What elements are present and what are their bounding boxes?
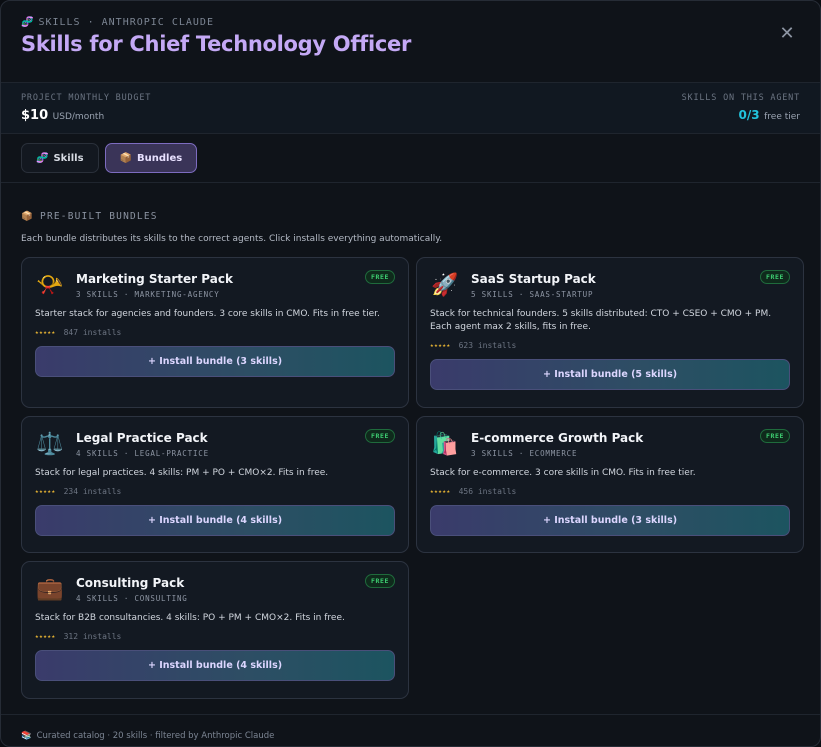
scales-icon: ⚖️ bbox=[36, 431, 64, 457]
card-header: 🚀 SaaS Startup Pack 5 SKILLS · SAAS-STAR… bbox=[430, 270, 790, 300]
rating-stars: ★★★★★ bbox=[35, 633, 56, 640]
budget-label: PROJECT MONTHLY BUDGET bbox=[21, 93, 152, 103]
section-title-text: PRE-BUILT BUNDLES bbox=[40, 211, 158, 222]
briefcase-icon: 💼 bbox=[36, 576, 64, 602]
bundle-meta: 3 SKILLS · MARKETING-AGENCY bbox=[76, 290, 220, 299]
megaphone-icon: 📯 bbox=[36, 272, 64, 298]
modal-footer: 📚 Curated catalog · 20 skills · filtered… bbox=[1, 714, 820, 746]
install-bundle-button[interactable]: + Install bundle (5 skills) bbox=[430, 359, 790, 390]
bundles-content: 📦 PRE-BUILT BUNDLES Each bundle distribu… bbox=[1, 183, 820, 699]
card-heading: E-commerce Growth Pack 3 SKILLS · ECOMME… bbox=[471, 429, 643, 458]
install-bundle-button[interactable]: + Install bundle (3 skills) bbox=[35, 346, 395, 377]
bundle-name: E-commerce Growth Pack bbox=[471, 431, 644, 445]
rating-stars: ★★★★★ bbox=[430, 342, 451, 349]
bundle-stats: ★★★★★ 623 installs bbox=[430, 341, 790, 350]
card-header: ⚖️ Legal Practice Pack 4 SKILLS · LEGAL-… bbox=[35, 429, 395, 459]
install-count: 847 installs bbox=[63, 328, 122, 337]
bundle-name: Marketing Starter Pack bbox=[76, 272, 233, 286]
bundle-description: Stack for B2B consultancies. 4 skills: P… bbox=[35, 613, 345, 623]
tab-skills[interactable]: 🧬 Skills bbox=[21, 143, 99, 173]
footer-text: Curated catalog · 20 skills · filtered b… bbox=[36, 730, 275, 741]
rating-stars: ★★★★★ bbox=[35, 329, 56, 336]
shopping-bags-icon: 🛍️ bbox=[431, 431, 459, 457]
bundle-name: Legal Practice Pack bbox=[76, 431, 208, 445]
bundle-description: Starter stack for agencies and founders.… bbox=[35, 309, 380, 319]
bundle-card-ecommerce: 🛍️ E-commerce Growth Pack 3 SKILLS · ECO… bbox=[416, 416, 804, 553]
free-badge: FREE bbox=[759, 270, 790, 284]
skills-count-value: 0/3 free tier bbox=[682, 108, 801, 123]
budget-value: $10 USD/month bbox=[21, 108, 151, 123]
bundle-name: SaaS Startup Pack bbox=[471, 272, 596, 286]
tab-label: Bundles bbox=[137, 152, 183, 164]
budget-info: PROJECT MONTHLY BUDGET $10 USD/month bbox=[21, 93, 151, 133]
card-heading: Marketing Starter Pack 3 SKILLS · MARKET… bbox=[76, 270, 233, 299]
install-bundle-button[interactable]: + Install bundle (4 skills) bbox=[35, 650, 395, 681]
bundle-grid: 📯 Marketing Starter Pack 3 SKILLS · MARK… bbox=[21, 257, 804, 699]
install-count: 234 installs bbox=[63, 487, 122, 496]
dna-icon: 🧬 bbox=[36, 152, 49, 164]
bundle-description: Stack for technical founders. 5 skills d… bbox=[430, 309, 772, 332]
install-count: 312 installs bbox=[63, 632, 122, 641]
modal-header: 🧬 SKILLS · ANTHROPIC CLAUDE Skills for C… bbox=[1, 1, 820, 83]
skills-tier: free tier bbox=[764, 112, 800, 122]
free-badge: FREE bbox=[364, 574, 395, 588]
bundle-meta: 5 SKILLS · SAAS-STARTUP bbox=[471, 290, 594, 299]
card-heading: SaaS Startup Pack 5 SKILLS · SAAS-STARTU… bbox=[471, 270, 596, 299]
bundle-stats: ★★★★★ 847 installs bbox=[35, 328, 395, 337]
card-heading: Consulting Pack 4 SKILLS · CONSULTING bbox=[76, 574, 188, 603]
section-description: Each bundle distributes its skills to th… bbox=[21, 234, 443, 244]
rocket-icon: 🚀 bbox=[431, 272, 459, 298]
dna-icon: 🧬 bbox=[21, 17, 35, 28]
skills-count-label: SKILLS ON THIS AGENT bbox=[681, 93, 800, 103]
bundle-meta: 4 SKILLS · LEGAL-PRACTICE bbox=[76, 449, 209, 458]
tab-bar: 🧬 Skills 📦 Bundles bbox=[1, 134, 820, 183]
tab-bundles[interactable]: 📦 Bundles bbox=[104, 143, 198, 173]
bundle-meta: 4 SKILLS · CONSULTING bbox=[76, 594, 188, 603]
modal-eyebrow: 🧬 SKILLS · ANTHROPIC CLAUDE bbox=[21, 17, 800, 28]
bundle-card-saas: 🚀 SaaS Startup Pack 5 SKILLS · SAAS-STAR… bbox=[416, 257, 804, 408]
bundle-meta: 3 SKILLS · ECOMMERCE bbox=[471, 449, 578, 458]
install-count: 456 installs bbox=[458, 487, 517, 496]
card-header: 📯 Marketing Starter Pack 3 SKILLS · MARK… bbox=[35, 270, 395, 300]
tab-label: Skills bbox=[53, 152, 84, 164]
card-header: 🛍️ E-commerce Growth Pack 3 SKILLS · ECO… bbox=[430, 429, 790, 459]
install-bundle-button[interactable]: + Install bundle (3 skills) bbox=[430, 505, 790, 536]
card-heading: Legal Practice Pack 4 SKILLS · LEGAL-PRA… bbox=[76, 429, 209, 458]
bundle-card-consulting: 💼 Consulting Pack 4 SKILLS · CONSULTING … bbox=[21, 561, 409, 699]
books-icon: 📚 bbox=[21, 730, 32, 741]
bundle-card-legal: ⚖️ Legal Practice Pack 4 SKILLS · LEGAL-… bbox=[21, 416, 409, 553]
install-bundle-button[interactable]: + Install bundle (4 skills) bbox=[35, 505, 395, 536]
bundle-stats: ★★★★★ 234 installs bbox=[35, 487, 395, 496]
bundle-name: Consulting Pack bbox=[76, 576, 185, 590]
skills-modal: 🧬 SKILLS · ANTHROPIC CLAUDE Skills for C… bbox=[0, 0, 821, 747]
bundle-stats: ★★★★★ 312 installs bbox=[35, 632, 395, 641]
install-count: 623 installs bbox=[458, 341, 517, 350]
rating-stars: ★★★★★ bbox=[430, 488, 451, 495]
free-badge: FREE bbox=[364, 429, 395, 443]
budget-bar: PROJECT MONTHLY BUDGET $10 USD/month SKI… bbox=[1, 83, 820, 134]
modal-title: Skills for Chief Technology Officer bbox=[21, 32, 412, 56]
bundle-stats: ★★★★★ 456 installs bbox=[430, 487, 790, 496]
package-icon: 📦 bbox=[119, 152, 132, 164]
eyebrow-text: SKILLS · ANTHROPIC CLAUDE bbox=[38, 17, 214, 28]
close-icon[interactable]: ✕ bbox=[778, 25, 796, 43]
rating-stars: ★★★★★ bbox=[35, 488, 56, 495]
section-title: 📦 PRE-BUILT BUNDLES bbox=[21, 211, 803, 222]
skills-count-info: SKILLS ON THIS AGENT 0/3 free tier bbox=[682, 93, 800, 133]
free-badge: FREE bbox=[759, 429, 790, 443]
budget-unit: USD/month bbox=[52, 112, 105, 122]
budget-amount: $10 bbox=[21, 108, 49, 123]
bundle-card-marketing: 📯 Marketing Starter Pack 3 SKILLS · MARK… bbox=[21, 257, 409, 408]
bundle-description: Stack for legal practices. 4 skills: PM … bbox=[35, 468, 329, 478]
free-badge: FREE bbox=[364, 270, 395, 284]
package-icon: 📦 bbox=[21, 211, 35, 222]
bundle-description: Stack for e-commerce. 3 core skills in C… bbox=[430, 468, 696, 478]
skills-count: 0/3 bbox=[738, 108, 760, 122]
card-header: 💼 Consulting Pack 4 SKILLS · CONSULTING … bbox=[35, 574, 395, 604]
